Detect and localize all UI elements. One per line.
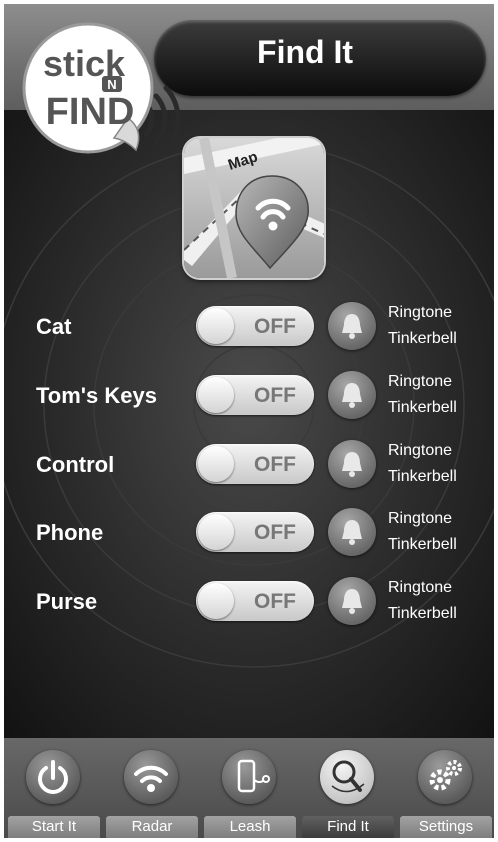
item-name: Phone	[36, 520, 104, 545]
item-name: Tom's Keys	[36, 383, 157, 408]
toggle-knob	[198, 583, 234, 619]
tab-start-it[interactable]: Start It	[4, 738, 102, 838]
ringtone-value: Tinkerbell	[388, 399, 457, 416]
tab-label: Settings	[400, 816, 492, 838]
list-item: Phone OFF Ringtone Tinkerbell	[4, 506, 494, 562]
tab-settings[interactable]: Settings	[396, 738, 494, 838]
list-item: Control OFF Ringtone Tinkerbell	[4, 438, 494, 494]
page-title: Find It	[257, 34, 353, 70]
item-toggle[interactable]: OFF	[196, 512, 314, 552]
item-toggle[interactable]: OFF	[196, 306, 314, 346]
ringtone-label: Ringtone	[388, 304, 453, 321]
logo-text-n: N	[107, 77, 116, 92]
main-content: Map Cat OFF Ringtone Tinkerbell Tom's Ke…	[4, 110, 494, 738]
item-name: Control	[36, 452, 115, 477]
list-item: Tom's Keys OFF Ringtone Tinkerbell	[4, 369, 494, 425]
power-icon	[26, 750, 80, 804]
item-name: Purse	[36, 589, 98, 614]
ringtone-value: Tinkerbell	[388, 468, 457, 485]
item-toggle[interactable]: OFF	[196, 444, 314, 484]
map-button[interactable]: Map	[184, 138, 324, 278]
ringtone-selector[interactable]: Ringtone Tinkerbell	[388, 506, 457, 558]
toggle-state: OFF	[254, 315, 296, 338]
tab-label: Find It	[302, 816, 394, 838]
ringtone-value: Tinkerbell	[388, 605, 457, 622]
toggle-state: OFF	[254, 521, 296, 544]
ringtone-label: Ringtone	[388, 579, 453, 596]
tab-bar: Start It Radar Leash Find It Settings	[4, 738, 494, 838]
bell-icon	[342, 452, 362, 477]
ringtone-value: Tinkerbell	[388, 536, 457, 553]
app-screen: Find It Map Cat OFF Ringtone Tinkerbell …	[4, 4, 494, 838]
bell-button[interactable]	[328, 371, 376, 419]
bell-button[interactable]	[328, 302, 376, 350]
list-item: Purse OFF Ringtone Tinkerbell	[4, 575, 494, 631]
ringtone-selector[interactable]: Ringtone Tinkerbell	[388, 438, 457, 490]
bell-button[interactable]	[328, 440, 376, 488]
bell-icon	[342, 383, 362, 408]
ringtone-label: Ringtone	[388, 373, 453, 390]
toggle-state: OFF	[254, 384, 296, 407]
toggle-knob	[198, 514, 234, 550]
bell-icon	[342, 520, 362, 545]
tab-leash[interactable]: Leash	[200, 738, 298, 838]
signal-icon	[124, 750, 178, 804]
map-pin-icon: Map	[184, 138, 324, 278]
ringtone-value: Tinkerbell	[388, 330, 457, 347]
item-toggle[interactable]: OFF	[196, 581, 314, 621]
ringtone-selector[interactable]: Ringtone Tinkerbell	[388, 575, 457, 627]
ringtone-label: Ringtone	[388, 510, 453, 527]
bell-button[interactable]	[328, 508, 376, 556]
gears-icon	[418, 750, 472, 804]
ringtone-label: Ringtone	[388, 442, 453, 459]
item-toggle[interactable]: OFF	[196, 375, 314, 415]
tab-find-it[interactable]: Find It	[298, 738, 396, 838]
magnifier-icon	[320, 750, 374, 804]
bell-icon	[342, 589, 362, 614]
bell-button[interactable]	[328, 577, 376, 625]
tab-label: Start It	[8, 816, 100, 838]
item-name: Cat	[36, 314, 72, 339]
stick-n-find-logo: stick N FIND	[22, 22, 181, 154]
phone-leash-icon	[222, 750, 276, 804]
toggle-knob	[198, 377, 234, 413]
toggle-state: OFF	[254, 453, 296, 476]
tab-label: Leash	[204, 816, 296, 838]
tab-radar[interactable]: Radar	[102, 738, 200, 838]
toggle-state: OFF	[254, 590, 296, 613]
logo-text-find: FIND	[46, 91, 135, 133]
list-item: Cat OFF Ringtone Tinkerbell	[4, 300, 494, 356]
ringtone-selector[interactable]: Ringtone Tinkerbell	[388, 300, 457, 352]
toggle-knob	[198, 308, 234, 344]
ringtone-selector[interactable]: Ringtone Tinkerbell	[388, 369, 457, 421]
bell-icon	[342, 314, 362, 339]
toggle-knob	[198, 446, 234, 482]
tab-label: Radar	[106, 816, 198, 838]
